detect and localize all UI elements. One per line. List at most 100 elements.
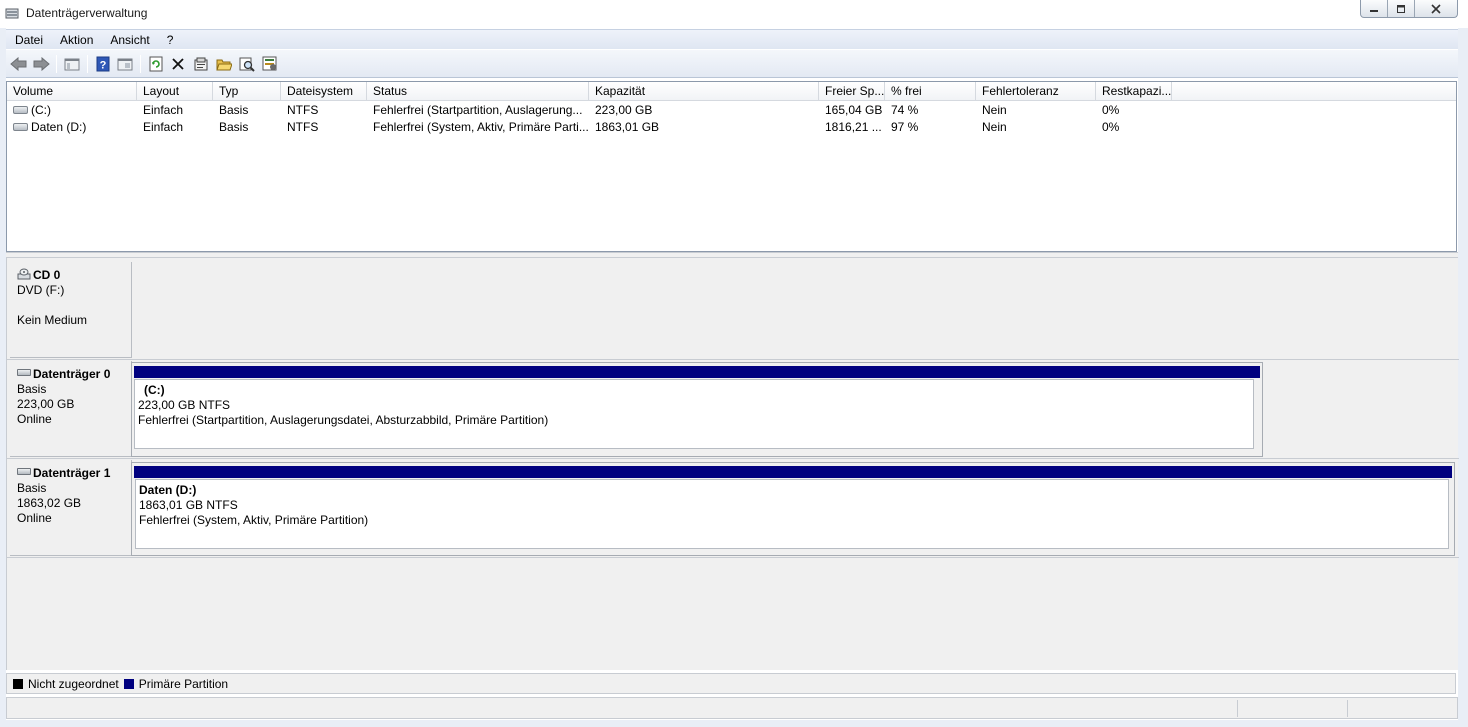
toolbar-separator: [56, 55, 57, 73]
disk-status: Online: [17, 511, 52, 525]
volume-name: (C:): [31, 103, 51, 117]
console-tree-icon: [64, 58, 80, 71]
disk-size: 223,00 GB: [17, 397, 75, 411]
partition-name: (C:): [144, 383, 165, 397]
disk-label-cd0[interactable]: CD 0 DVD (F:) Kein Medium: [10, 262, 132, 358]
column-header-status[interactable]: Status: [367, 82, 589, 100]
disk-graphical-view: CD 0 DVD (F:) Kein Medium Datenträger 0 …: [6, 258, 1459, 670]
table-row[interactable]: Daten (D:) Einfach Basis NTFS Fehlerfrei…: [7, 119, 1456, 136]
disk-row-separator: [7, 359, 1459, 360]
disk-size: 1863,02 GB: [17, 496, 82, 510]
menu-help[interactable]: ?: [158, 31, 182, 49]
partition-status: Fehlerfrei (System, Aktiv, Primäre Parti…: [139, 513, 369, 527]
legend: Nicht zugeordnet Primäre Partition: [6, 673, 1456, 694]
disk-type: Basis: [17, 382, 47, 396]
disk-media-status: Kein Medium: [17, 313, 88, 327]
title-bar[interactable]: Datenträgerverwaltung: [0, 0, 1468, 28]
legend-label-unallocated: Nicht zugeordnet: [28, 676, 119, 691]
restkapazitaet-cell: 0%: [1102, 120, 1120, 134]
column-header-kapazitaet[interactable]: Kapazität: [589, 82, 819, 100]
column-header-typ[interactable]: Typ: [213, 82, 281, 100]
close-button[interactable]: [1415, 0, 1457, 17]
disk-row-separator: [7, 458, 1459, 459]
console-tree-button[interactable]: [63, 55, 81, 73]
column-header-layout[interactable]: Layout: [137, 82, 213, 100]
primary-partition-swatch: [123, 678, 134, 689]
menu-datei[interactable]: Datei: [6, 31, 51, 49]
status-bar: [6, 697, 1458, 719]
typ-cell: Basis: [219, 120, 249, 134]
column-header-freier-speicher[interactable]: Freier Sp...: [819, 82, 885, 100]
window-frame-right: [1458, 28, 1468, 727]
toolbar: ?: [6, 50, 1458, 78]
partition-size: 223,00 GB NTFS: [138, 398, 231, 412]
forward-button[interactable]: [32, 55, 50, 73]
column-header-prozent-frei[interactable]: % frei: [885, 82, 976, 100]
disk-label-disk1[interactable]: Datenträger 1 Basis 1863,02 GB Online: [10, 460, 132, 556]
dateisystem-cell: NTFS: [287, 103, 319, 117]
minimize-button[interactable]: [1361, 0, 1388, 17]
find-button[interactable]: [238, 55, 256, 73]
unallocated-swatch: [13, 678, 23, 689]
view-button[interactable]: [116, 55, 134, 73]
minimize-icon: [1370, 9, 1378, 12]
help-button[interactable]: ?: [94, 55, 112, 73]
properties-button[interactable]: [192, 55, 210, 73]
delete-icon: [172, 58, 184, 70]
menu-bar: Datei Aktion Ansicht ?: [6, 29, 1458, 49]
typ-cell: Basis: [219, 103, 249, 117]
menu-aktion[interactable]: Aktion: [51, 31, 101, 49]
back-icon: [10, 57, 27, 71]
column-header-dateisystem[interactable]: Dateisystem: [281, 82, 367, 100]
restore-icon: [1397, 4, 1405, 13]
column-header-restkapazitaet[interactable]: Restkapazi...: [1096, 82, 1172, 100]
column-header-volume[interactable]: Volume: [7, 82, 137, 100]
disk-blank-line: [17, 298, 131, 313]
dateisystem-cell: NTFS: [287, 120, 319, 134]
disk-row-separator: [7, 557, 1459, 558]
disk-management-icon: [5, 8, 19, 19]
kapazitaet-cell: 223,00 GB: [595, 103, 653, 117]
back-button[interactable]: [10, 55, 28, 73]
volume-icon: [13, 105, 28, 114]
partition-d[interactable]: Daten (D:) 1863,01 GB NTFS Fehlerfrei (S…: [131, 462, 1455, 556]
volume-name: Daten (D:): [31, 120, 87, 134]
partition-status: Fehlerfrei (Startpartition, Auslagerungs…: [138, 413, 549, 427]
prozent-frei-cell: 74 %: [891, 103, 919, 117]
disk-name: Datenträger 1: [33, 466, 111, 480]
volume-icon: [13, 122, 28, 131]
toolbar-separator: [87, 55, 88, 73]
disk-name: Datenträger 0: [33, 367, 111, 381]
refresh-button[interactable]: [147, 55, 165, 73]
column-header-fehlertoleranz[interactable]: Fehlertoleranz: [976, 82, 1096, 100]
status-cell: Fehlerfrei (Startpartition, Auslagerung.…: [373, 103, 583, 117]
settings-icon: [262, 56, 277, 71]
window-controls: [1360, 0, 1458, 18]
disk-name: CD 0: [33, 268, 61, 282]
window-title: Datenträgerverwaltung: [26, 6, 148, 20]
restore-button[interactable]: [1388, 0, 1415, 17]
settings-button[interactable]: [261, 55, 279, 73]
volume-list: Volume Layout Typ Dateisystem Status Kap…: [6, 81, 1457, 252]
properties-icon: [194, 57, 208, 71]
fehlertoleranz-cell: Nein: [982, 120, 1007, 134]
kapazitaet-cell: 1863,01 GB: [595, 120, 660, 134]
open-icon: [216, 59, 232, 71]
help-icon: ?: [96, 56, 110, 72]
disk-label-disk0[interactable]: Datenträger 0 Basis 223,00 GB Online: [10, 361, 132, 457]
delete-button[interactable]: [169, 55, 187, 73]
forward-icon: [33, 57, 50, 71]
partition-size: 1863,01 GB NTFS: [139, 498, 238, 512]
menu-ansicht[interactable]: Ansicht: [101, 31, 157, 49]
volume-cell: (C:): [7, 102, 137, 119]
primary-partition-bar: [134, 366, 1260, 378]
status-pane: [1347, 700, 1457, 717]
open-button[interactable]: [215, 55, 233, 73]
table-row[interactable]: (C:) Einfach Basis NTFS Fehlerfrei (Star…: [7, 102, 1456, 119]
close-icon: [1431, 3, 1441, 14]
find-icon: [239, 57, 255, 72]
window-frame-bottom: [0, 720, 1468, 727]
prozent-frei-cell: 97 %: [891, 120, 919, 134]
volume-cell: Daten (D:): [7, 119, 137, 136]
partition-c[interactable]: (C:) 223,00 GB NTFS Fehlerfrei (Startpar…: [131, 362, 1263, 457]
